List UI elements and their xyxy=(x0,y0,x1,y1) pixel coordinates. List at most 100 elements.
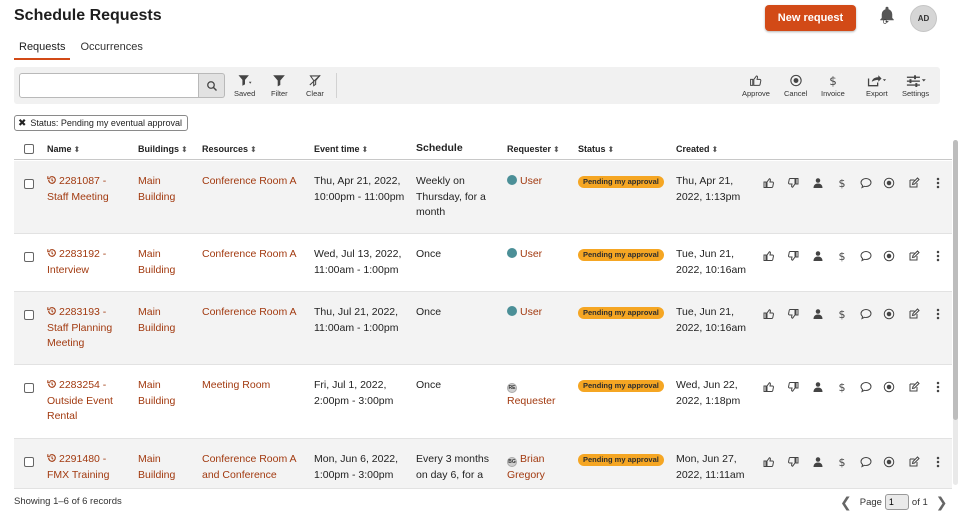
column-header-resources[interactable]: Resources ⬍ xyxy=(202,144,257,154)
search-button[interactable] xyxy=(199,73,225,98)
invoice-dollar-icon[interactable]: $ xyxy=(835,249,849,263)
request-name-link[interactable]: 2291480 - FMX Training xyxy=(47,452,132,483)
edit-icon[interactable] xyxy=(907,380,921,394)
table-row[interactable]: 2283192 - Interview Main Building Conferen… xyxy=(14,234,952,292)
assign-user-icon[interactable] xyxy=(811,249,825,263)
comment-icon[interactable] xyxy=(859,307,873,321)
building-link[interactable]: Main Building xyxy=(138,378,198,409)
comment-icon[interactable] xyxy=(859,249,873,263)
export-button[interactable]: Export xyxy=(866,74,888,98)
cancel-circle-icon[interactable] xyxy=(882,380,896,394)
select-all-checkbox[interactable] xyxy=(24,144,34,154)
clear-button[interactable]: Clear xyxy=(306,74,324,98)
resources-text[interactable]: Conference Room A xyxy=(202,174,312,190)
resources-text[interactable]: Conference Room A xyxy=(202,305,312,321)
more-options-icon[interactable] xyxy=(931,455,945,469)
row-checkbox[interactable] xyxy=(24,179,34,189)
row-checkbox[interactable] xyxy=(24,457,34,467)
approve-button[interactable]: Approve xyxy=(742,74,770,98)
status-filter-chip[interactable]: ✖ Status: Pending my eventual approval xyxy=(14,115,188,131)
request-name-link[interactable]: 2283193 - Staff Planning Meeting xyxy=(47,305,132,352)
building-link[interactable]: Main Building xyxy=(138,305,198,336)
requester-link[interactable]: RE Requester xyxy=(507,378,575,409)
resources-text[interactable]: Meeting Room xyxy=(202,378,312,394)
edit-icon[interactable] xyxy=(907,249,921,263)
building-link[interactable]: Main Building xyxy=(138,174,198,205)
cancel-circle-icon[interactable] xyxy=(882,307,896,321)
cancel-button[interactable]: Cancel xyxy=(784,74,807,98)
table-row[interactable]: 2291480 - FMX Training Main Building Confe… xyxy=(14,439,952,489)
new-request-button[interactable]: New request xyxy=(765,5,856,31)
search-input[interactable] xyxy=(19,73,199,98)
table-row[interactable]: 2283193 - Staff Planning Meeting Main Build… xyxy=(14,292,952,365)
row-checkbox[interactable] xyxy=(24,383,34,393)
request-name-link[interactable]: 2283192 - Interview xyxy=(47,247,132,278)
approve-icon[interactable] xyxy=(762,176,776,190)
assign-user-icon[interactable] xyxy=(811,307,825,321)
assign-user-icon[interactable] xyxy=(811,455,825,469)
comment-icon[interactable] xyxy=(859,176,873,190)
table-row[interactable]: 2281087 - Staff Meeting Main Building Conf… xyxy=(14,161,952,234)
invoice-dollar-icon[interactable]: $ xyxy=(835,380,849,394)
building-link[interactable]: Main Building xyxy=(138,452,198,483)
column-header-created[interactable]: Created ⬍ xyxy=(676,144,718,154)
request-name-link[interactable]: 2281087 - Staff Meeting xyxy=(47,174,132,205)
saved-filters-button[interactable]: Saved xyxy=(234,74,255,98)
settings-button[interactable]: Settings xyxy=(902,74,929,98)
tab-occurrences[interactable]: Occurrences xyxy=(75,38,147,60)
requester-link[interactable]: User xyxy=(507,174,575,190)
invoice-dollar-icon[interactable]: $ xyxy=(835,307,849,321)
edit-icon[interactable] xyxy=(907,455,921,469)
next-page-icon[interactable]: ❯ xyxy=(936,494,948,511)
request-name-link[interactable]: 2283254 - Outside Event Rental xyxy=(47,378,132,425)
user-avatar[interactable]: AD xyxy=(910,5,937,32)
resources-text[interactable]: Conference Room A and Conference xyxy=(202,452,312,483)
reject-icon[interactable] xyxy=(786,176,800,190)
remove-filter-icon[interactable]: ✖ xyxy=(18,118,26,129)
cancel-circle-icon[interactable] xyxy=(882,455,896,469)
filter-button[interactable]: Filter xyxy=(271,74,288,98)
edit-icon[interactable] xyxy=(907,307,921,321)
more-options-icon[interactable] xyxy=(931,176,945,190)
assign-user-icon[interactable] xyxy=(811,176,825,190)
reject-icon[interactable] xyxy=(786,455,800,469)
requester-link[interactable]: User xyxy=(507,247,575,263)
column-header-event-time[interactable]: Event time ⬍ xyxy=(314,144,368,154)
building-link[interactable]: Main Building xyxy=(138,247,198,278)
reject-icon[interactable] xyxy=(786,249,800,263)
more-options-icon[interactable] xyxy=(931,307,945,321)
table-row[interactable]: 2283254 - Outside Event Rental Main Buildin… xyxy=(14,365,952,439)
resources-text[interactable]: Conference Room A xyxy=(202,247,312,263)
row-checkbox[interactable] xyxy=(24,252,34,262)
column-header-status[interactable]: Status ⬍ xyxy=(578,144,614,154)
invoice-button[interactable]: $ Invoice xyxy=(821,74,845,98)
comment-icon[interactable] xyxy=(859,455,873,469)
edit-icon[interactable] xyxy=(907,176,921,190)
vertical-scrollbar[interactable] xyxy=(953,140,958,485)
page-number-input[interactable] xyxy=(884,494,909,510)
reject-icon[interactable] xyxy=(786,307,800,321)
column-header-requester[interactable]: Requester ⬍ xyxy=(507,144,560,154)
comment-icon[interactable] xyxy=(859,380,873,394)
approve-icon[interactable] xyxy=(762,380,776,394)
column-header-buildings[interactable]: Buildings ⬍ xyxy=(138,144,188,154)
scrollbar-thumb[interactable] xyxy=(953,140,958,420)
requester-link[interactable]: BG Brian Gregory xyxy=(507,452,575,483)
approve-icon[interactable] xyxy=(762,307,776,321)
requester-link[interactable]: User xyxy=(507,305,575,321)
approve-icon[interactable] xyxy=(762,249,776,263)
more-options-icon[interactable] xyxy=(931,249,945,263)
cancel-circle-icon[interactable] xyxy=(882,176,896,190)
invoice-dollar-icon[interactable]: $ xyxy=(835,455,849,469)
assign-user-icon[interactable] xyxy=(811,380,825,394)
approve-icon[interactable] xyxy=(762,455,776,469)
notification-bell-icon[interactable] xyxy=(878,6,896,28)
more-options-icon[interactable] xyxy=(931,380,945,394)
cancel-circle-icon[interactable] xyxy=(882,249,896,263)
row-checkbox[interactable] xyxy=(24,310,34,320)
previous-page-icon[interactable]: ❮ xyxy=(840,494,852,511)
tab-requests[interactable]: Requests xyxy=(14,38,71,60)
invoice-dollar-icon[interactable]: $ xyxy=(835,176,849,190)
reject-icon[interactable] xyxy=(786,380,800,394)
column-header-name[interactable]: Name ⬍ xyxy=(47,144,80,154)
